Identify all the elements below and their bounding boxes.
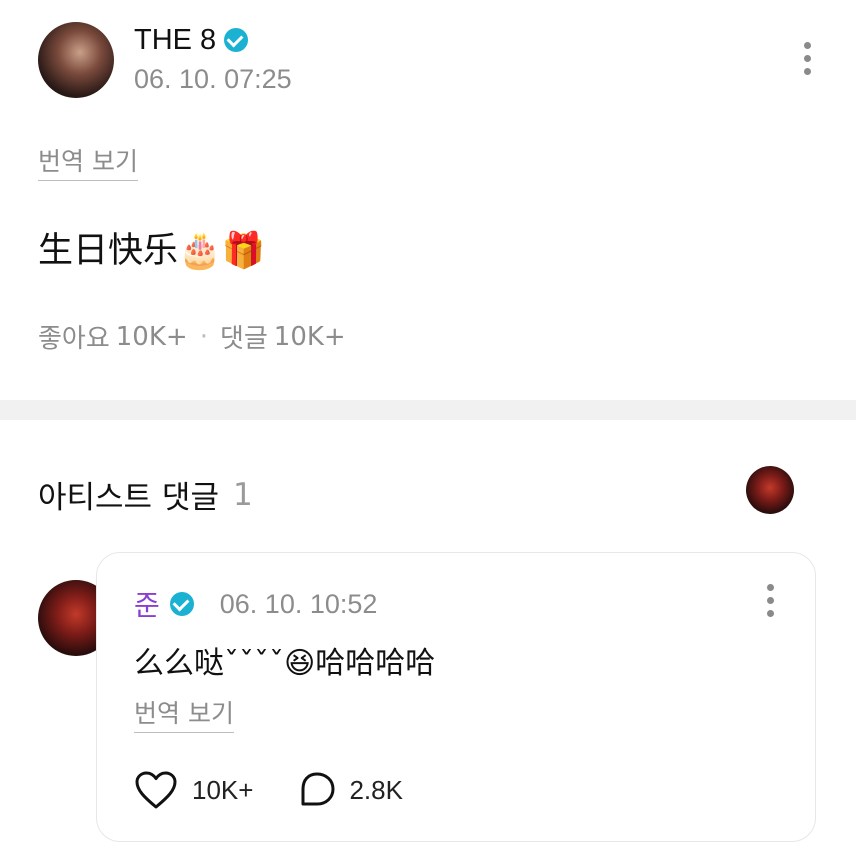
section-divider [0, 400, 856, 420]
comment-emoji: 😆 [284, 646, 316, 681]
comments-label[interactable]: 댓글 [220, 318, 268, 355]
comment-timestamp: 06. 10. 10:52 [219, 588, 378, 619]
post-timestamp: 06. 10. 07:25 [134, 64, 292, 94]
stats-separator: · [199, 321, 208, 352]
like-count: 10K+ [192, 774, 254, 805]
comment-actions: 10K+ 2.8K [134, 770, 403, 810]
post-body: 生日快乐🎂🎁 [38, 222, 265, 273]
verified-icon [224, 28, 249, 52]
artist-comments-title: 아티스트 댓글 [38, 480, 219, 516]
comment-icon[interactable] [297, 770, 337, 810]
commenter-name[interactable]: 준 [134, 584, 160, 624]
comment-translate-link[interactable]: 번역 보기 [134, 694, 234, 733]
artist-avatar-small[interactable] [746, 466, 794, 514]
comment-text: 么么哒ˇˇˇˇ [134, 646, 284, 681]
artist-comments-header: 아티스트 댓글 1 [38, 472, 253, 517]
comment-body: 么么哒ˇˇˇˇ😆哈哈哈哈 [134, 638, 435, 682]
post-body-text: 生日快乐 [38, 231, 179, 271]
likes-label[interactable]: 좋아요 [38, 318, 110, 355]
likes-count: 10K+ [115, 321, 188, 352]
post-stats: 좋아요 10K+ · 댓글 10K+ [38, 318, 346, 355]
post-author-name[interactable]: THE 8 [134, 24, 216, 57]
heart-icon[interactable] [134, 770, 178, 810]
comment-more-icon[interactable] [763, 584, 777, 624]
comment-header: 준 06. 10. 10:52 [134, 584, 377, 624]
commenter-verified-icon [169, 592, 194, 616]
post-author-row: THE 8 [134, 24, 249, 57]
comments-count: 10K+ [273, 321, 346, 352]
post-body-emojis: 🎂🎁 [178, 231, 266, 271]
author-avatar[interactable] [38, 22, 114, 98]
comment-text-after: 哈哈哈哈 [315, 646, 436, 681]
reply-count: 2.8K [349, 774, 403, 805]
artist-comments-count: 1 [232, 476, 253, 513]
post-translate-link[interactable]: 번역 보기 [38, 142, 138, 181]
post-more-icon[interactable] [800, 42, 814, 82]
